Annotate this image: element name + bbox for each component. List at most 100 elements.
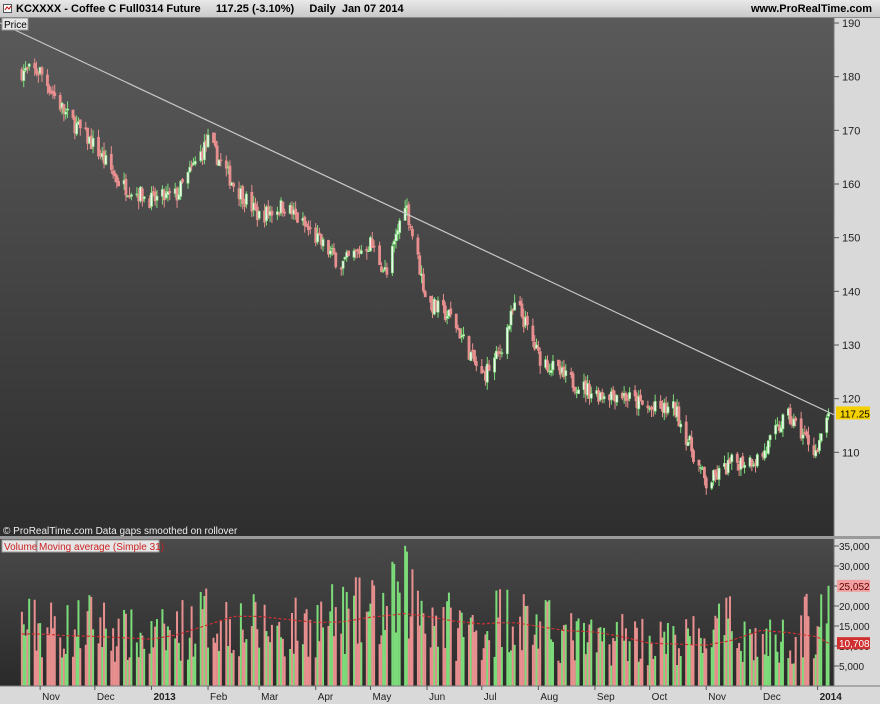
chart-area[interactable]: 190 180 170 160 150 140 130 120 110 Price © ProR… (0, 18, 880, 704)
volume-bar (154, 626, 157, 686)
volume-bar (265, 631, 268, 686)
volume-bar (623, 640, 626, 686)
price-panel[interactable] (0, 18, 834, 536)
candle-body (341, 260, 345, 269)
volume-bar (354, 577, 357, 686)
candle-body (513, 302, 517, 311)
volume-bar (812, 658, 815, 686)
volume-bar (595, 652, 598, 686)
volume-bar (174, 638, 177, 686)
volume-bar (666, 623, 669, 686)
volume-bar (177, 642, 180, 686)
candle-body (743, 464, 746, 468)
volume-bar (73, 629, 76, 686)
volume-bar (61, 657, 64, 686)
volume-bar (511, 626, 514, 686)
volume-bar (35, 650, 38, 686)
volume-bar (522, 594, 525, 686)
candle-body (827, 413, 830, 417)
volume-bar (506, 589, 509, 686)
candle-body (462, 334, 465, 337)
volume-bar (179, 660, 182, 686)
volume-bar (117, 618, 120, 686)
volume-bar (436, 646, 439, 686)
candle-body (487, 365, 491, 371)
price-tick-label: 130 (842, 340, 860, 352)
candle-body (602, 396, 606, 400)
volume-bar (373, 585, 376, 686)
volume-bar (455, 660, 458, 686)
volume-bar (250, 626, 253, 686)
volume-bar (497, 617, 500, 686)
website-label: www.ProRealTime.com (750, 3, 872, 15)
candle-body (296, 212, 299, 223)
volume-bar (192, 656, 195, 686)
candle-body (283, 211, 287, 214)
volume-bar (814, 654, 817, 686)
candle-body (794, 417, 798, 421)
candle-body (104, 155, 108, 165)
volume-bar (316, 605, 319, 686)
volume-bar (767, 655, 770, 686)
volume-bar (128, 657, 131, 686)
candle-body (142, 196, 146, 200)
volume-tick-label: 35,000 (839, 542, 870, 553)
volume-bar (480, 660, 483, 686)
price-tick-label: 110 (842, 447, 860, 459)
volume-bar (141, 635, 144, 686)
volume-bar (431, 607, 434, 686)
volume-bar (621, 614, 624, 686)
volume-bar (765, 628, 768, 686)
time-tick-label: Sep (597, 692, 615, 703)
volume-bar (77, 600, 80, 686)
volume-bar (526, 605, 529, 686)
volume-bar (256, 629, 259, 686)
volume-bar (188, 637, 191, 686)
volume-bar (535, 614, 538, 686)
volume-bar (608, 644, 611, 686)
candle-body (577, 389, 580, 394)
volume-bar (245, 639, 248, 686)
volume-bar (409, 616, 412, 686)
volume-bar (416, 590, 419, 686)
volume-bar (281, 638, 284, 686)
volume-bar (130, 609, 133, 686)
volume-bar (761, 633, 764, 686)
volume-bar (230, 653, 233, 686)
time-tick-label: May (372, 692, 391, 703)
candle-body (646, 405, 650, 409)
volume-bar (652, 658, 655, 686)
candle-body (78, 119, 82, 129)
candle-body (557, 359, 560, 367)
volume-bar (97, 643, 100, 686)
volume-bar (33, 599, 36, 686)
candle-body (46, 74, 49, 87)
candle-body (454, 313, 458, 329)
price-tick-label: 190 (842, 18, 860, 30)
volume-bar (791, 663, 794, 686)
volume-bar (544, 600, 547, 686)
candle-body (385, 267, 389, 275)
volume-bar (710, 647, 713, 686)
chart-title: KCXXXX - Coffee C Full0314 Future 117.25… (16, 3, 404, 15)
candle-body (546, 360, 549, 371)
candle-body (62, 104, 66, 114)
volume-bar (152, 647, 155, 686)
candle-body (551, 360, 555, 371)
candle-body (768, 435, 772, 441)
volume-bar (499, 589, 502, 686)
volume-bar (422, 613, 425, 686)
volume-value-badge: 25,052 (837, 579, 870, 593)
candle-body (64, 111, 68, 115)
candle-body (36, 73, 40, 76)
candle-body (129, 194, 133, 197)
time-tick-label: Nov (708, 692, 726, 703)
price-tick-label: 150 (842, 233, 860, 245)
app-icon (3, 4, 12, 13)
volume-bar (500, 647, 503, 686)
candle-body (507, 325, 511, 330)
volume-bar (241, 629, 244, 686)
volume-bar (572, 640, 575, 686)
volume-bar (562, 625, 565, 686)
volume-bar (276, 625, 279, 686)
